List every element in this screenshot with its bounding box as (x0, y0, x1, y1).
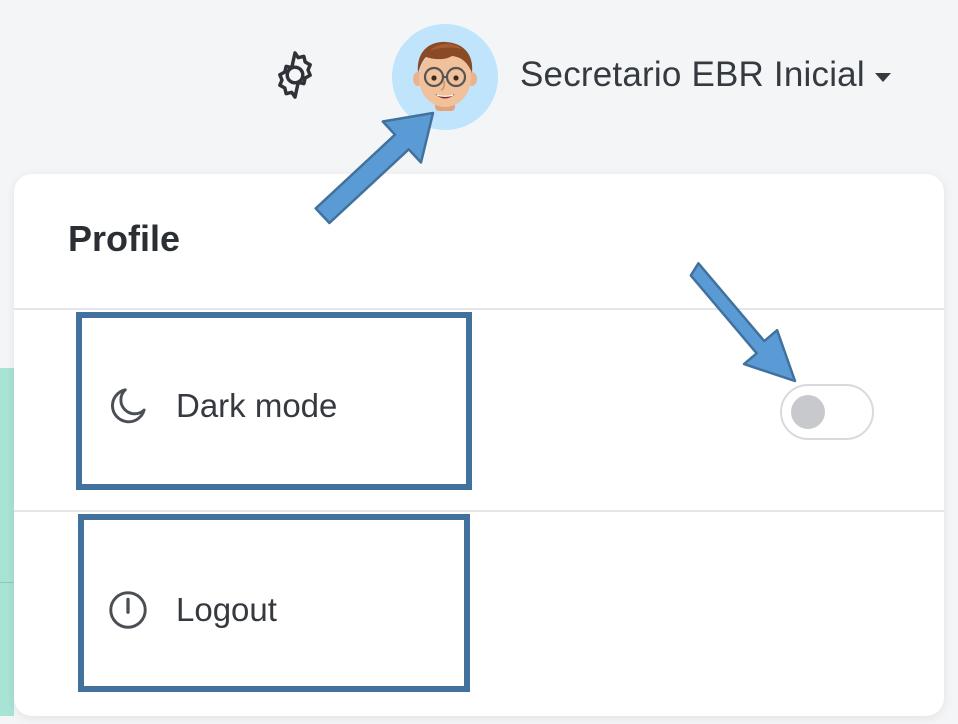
screenshot-stage: Secretario EBR Inicial Profile Dark mode… (0, 0, 958, 724)
profile-dropdown-menu: Profile Dark mode Logout (14, 174, 944, 716)
user-name-label: Secretario EBR Inicial (520, 55, 865, 94)
dropdown-divider (14, 510, 944, 512)
user-menu-toggle[interactable]: Secretario EBR Inicial (520, 52, 891, 98)
memoji-avatar-icon (413, 41, 477, 111)
background-teal-divider (0, 582, 14, 583)
settings-button[interactable] (266, 46, 324, 104)
dropdown-divider (14, 308, 944, 310)
user-avatar-button[interactable] (392, 24, 498, 130)
gear-icon (278, 51, 312, 99)
dark-mode-menu-item[interactable]: Dark mode (106, 384, 337, 428)
logout-label: Logout (176, 591, 277, 628)
toggle-knob (791, 395, 825, 429)
caret-down-icon (874, 72, 891, 82)
dark-mode-label: Dark mode (176, 387, 338, 424)
moon-icon (111, 388, 146, 424)
logout-menu-item[interactable]: Logout (106, 588, 277, 632)
dropdown-header-title: Profile (68, 218, 181, 259)
background-teal-strip (0, 368, 14, 716)
dark-mode-toggle-switch[interactable] (780, 384, 874, 440)
power-icon (109, 591, 147, 629)
